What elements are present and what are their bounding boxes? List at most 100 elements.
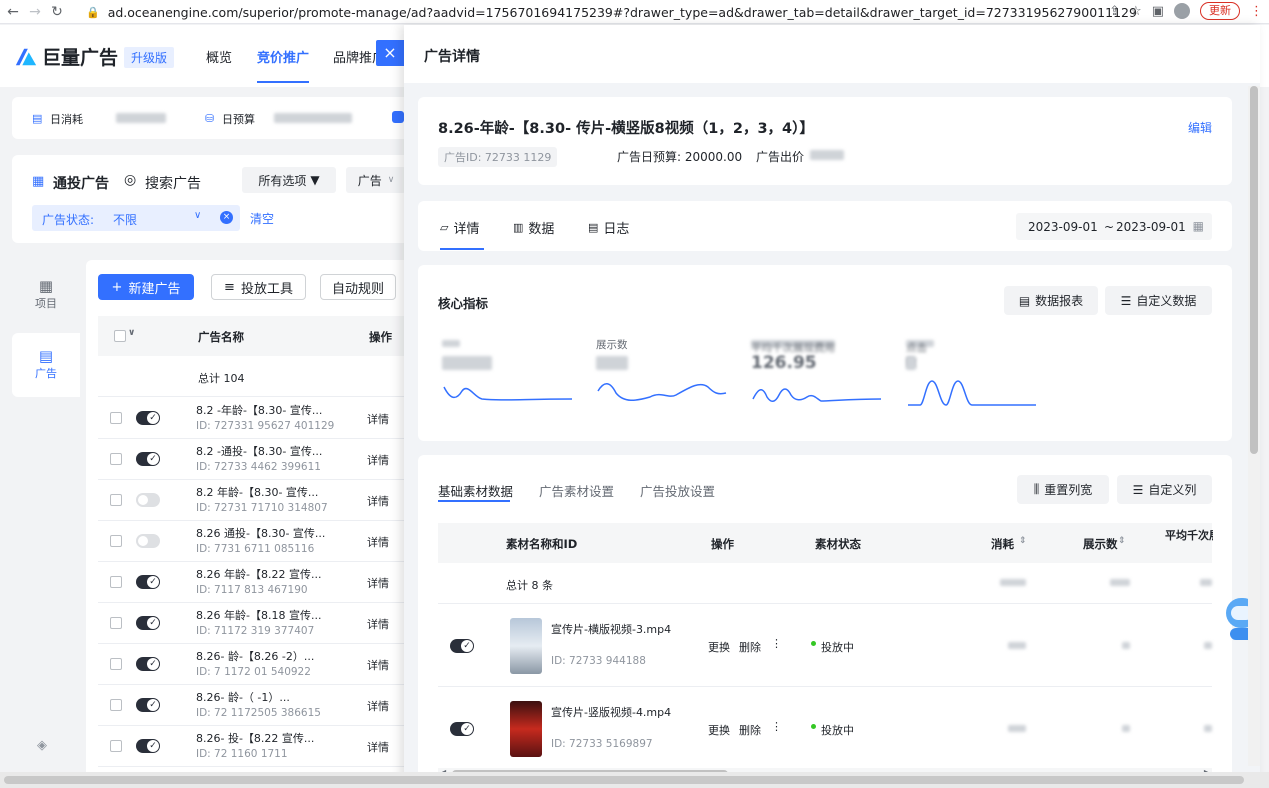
- ad-name[interactable]: 8.26 年龄-【8.18 宣传...: [196, 607, 321, 623]
- ad-name[interactable]: 8.2 -年龄-【8.30- 宣传...: [196, 402, 322, 418]
- more-menu-icon[interactable]: ⋮: [1250, 4, 1263, 19]
- table-row[interactable]: 8.26- 龄-【8.26 -2）... ID: 7 1172 01 540922…: [98, 644, 404, 685]
- page-vertical-scrollbar[interactable]: [1248, 86, 1260, 766]
- custom-data-button[interactable]: ☰ 自定义数据: [1105, 286, 1212, 315]
- row-checkbox[interactable]: [110, 453, 122, 465]
- subtab-material-settings[interactable]: 广告素材设置: [539, 481, 614, 500]
- metric-cpm[interactable]: 平均千次展现费用 126.95: [751, 337, 891, 410]
- forward-icon[interactable]: →: [24, 4, 46, 20]
- sort-icon[interactable]: ⇕: [1118, 536, 1126, 546]
- row-status-toggle[interactable]: [136, 657, 160, 671]
- replace-link[interactable]: 更换: [708, 639, 730, 655]
- row-status-toggle[interactable]: [136, 616, 160, 630]
- ad-name[interactable]: 8.26- 投-【8.22 宣传...: [196, 730, 314, 746]
- row-checkbox[interactable]: [110, 699, 122, 711]
- remove-filter-icon[interactable]: ×: [220, 211, 233, 224]
- detail-link[interactable]: 详情: [367, 534, 389, 550]
- back-icon[interactable]: ←: [2, 4, 24, 20]
- status-filter-chip[interactable]: 广告状态: 不限 ∨ ×: [32, 205, 240, 231]
- sidebar-toggle-icon[interactable]: ▣: [1152, 4, 1164, 19]
- table-row[interactable]: 8.26 年龄-【8.22 宣传... ID: 7117 813 467190 详情: [98, 562, 404, 603]
- table-row[interactable]: 8.26 年龄-【8.18 宣传... ID: 71172 319 377407 详…: [98, 603, 404, 644]
- tab-detail[interactable]: ▱ 详情: [440, 218, 479, 237]
- more-icon[interactable]: ⋮: [771, 720, 782, 733]
- row-status-toggle[interactable]: [136, 534, 160, 548]
- material-toggle[interactable]: [450, 722, 474, 736]
- nav-bidding[interactable]: 竞价推广: [257, 47, 310, 83]
- material-toggle[interactable]: [450, 639, 474, 653]
- auto-rule-button[interactable]: 自动规则: [320, 274, 396, 300]
- bookmark-star-icon[interactable]: ☆: [1130, 4, 1142, 19]
- ad-name[interactable]: 8.26- 龄-【8.26 -2）...: [196, 648, 314, 664]
- table-row[interactable]: 8.26- 龄-（ -1）... ID: 72 1172505 386615 详情: [98, 685, 404, 726]
- table-row[interactable]: 8.2 -通投-【8.30- 宣传... ID: 72733 4462 39961…: [98, 439, 404, 480]
- col-impressions[interactable]: 展示数: [1083, 536, 1118, 552]
- replace-link[interactable]: 更换: [708, 722, 730, 738]
- subtab-delivery-settings[interactable]: 广告投放设置: [640, 481, 715, 500]
- row-status-toggle[interactable]: [136, 493, 160, 507]
- row-status-toggle[interactable]: [136, 698, 160, 712]
- nav-overview[interactable]: 概览: [206, 47, 232, 66]
- table-row[interactable]: 8.2 年龄-【8.30- 宣传... ID: 72731 71710 31480…: [98, 480, 404, 521]
- row-checkbox[interactable]: [110, 658, 122, 670]
- detail-link[interactable]: 详情: [367, 739, 389, 755]
- detail-link[interactable]: 详情: [367, 698, 389, 714]
- detail-link[interactable]: 详情: [367, 616, 389, 632]
- row-status-toggle[interactable]: [136, 452, 160, 466]
- row-status-toggle[interactable]: [136, 739, 160, 753]
- tab-log[interactable]: ▤ 日志: [588, 218, 629, 237]
- table-row[interactable]: 8.2 -年龄-【8.30- 宣传... ID: 727331 95627 401…: [98, 398, 404, 439]
- scroll-thumb[interactable]: [1250, 86, 1258, 454]
- clear-filter-link[interactable]: 清空: [250, 210, 274, 227]
- edit-link[interactable]: 编辑: [1188, 119, 1212, 136]
- detail-link[interactable]: 详情: [367, 411, 389, 427]
- detail-link[interactable]: 详情: [367, 452, 389, 468]
- tab-data[interactable]: ▥ 数据: [513, 218, 554, 237]
- select-all-checkbox[interactable]: [114, 330, 126, 342]
- profile-avatar-icon[interactable]: [1174, 3, 1190, 19]
- delivery-tools-button[interactable]: ≡ 投放工具: [211, 274, 306, 300]
- page-horizontal-scrollbar[interactable]: [0, 772, 1269, 788]
- ad-name[interactable]: 8.26 通投-【8.30- 宣传...: [196, 525, 325, 541]
- material-thumbnail[interactable]: [510, 701, 542, 757]
- ad-name[interactable]: 8.2 -通投-【8.30- 宣传...: [196, 443, 322, 459]
- metric-clicks[interactable]: 点击数: [906, 337, 1046, 410]
- row-checkbox[interactable]: [110, 412, 122, 424]
- table-row[interactable]: 8.26 通投-【8.30- 宣传... ID: 7731 6711 085116…: [98, 521, 404, 562]
- metric-impressions[interactable]: 展示数: [596, 337, 736, 410]
- brand-logo[interactable]: 巨量广告: [14, 43, 118, 70]
- detail-link[interactable]: 详情: [367, 657, 389, 673]
- data-report-button[interactable]: ▤ 数据报表: [1004, 286, 1098, 315]
- tab-general-ads[interactable]: 通投广告: [53, 173, 109, 193]
- ad-name[interactable]: 8.26 年龄-【8.22 宣传...: [196, 566, 321, 582]
- chevron-down-icon[interactable]: ∨: [128, 328, 135, 338]
- detail-link[interactable]: 详情: [367, 575, 389, 591]
- subtab-basic-material[interactable]: 基础素材数据: [438, 481, 513, 500]
- row-checkbox[interactable]: [110, 617, 122, 629]
- scroll-thumb[interactable]: [4, 776, 1244, 784]
- date-range-picker[interactable]: 2023-09-01 ~ 2023-09-01 ▦: [1016, 213, 1212, 240]
- all-options-button[interactable]: 所有选项 ▼: [242, 167, 336, 193]
- table-row[interactable]: 8.26- 投-【8.22 宣传... ID: 72 1160 1711 详情: [98, 726, 404, 767]
- ad-name[interactable]: 8.2 年龄-【8.30- 宣传...: [196, 484, 318, 500]
- address-bar[interactable]: 🔒 ad.oceanengine.com/superior/promote-ma…: [86, 2, 1196, 22]
- row-checkbox[interactable]: [110, 576, 122, 588]
- row-status-toggle[interactable]: [136, 411, 160, 425]
- ad-name[interactable]: 8.26- 龄-（ -1）...: [196, 689, 290, 705]
- more-icon[interactable]: ⋮: [771, 637, 782, 650]
- row-checkbox[interactable]: [110, 740, 122, 752]
- custom-columns-button[interactable]: ☰ 自定义列: [1117, 475, 1212, 504]
- close-drawer-button[interactable]: ×: [376, 40, 404, 66]
- share-icon[interactable]: ⇪: [1109, 4, 1120, 19]
- delete-link[interactable]: 删除: [739, 639, 761, 655]
- detail-link[interactable]: 详情: [367, 493, 389, 509]
- sort-icon[interactable]: ⇕: [1019, 536, 1027, 546]
- material-thumbnail[interactable]: [510, 618, 542, 674]
- compass-icon[interactable]: ◈: [37, 738, 47, 753]
- sidebar-item-project[interactable]: ▦ 项目: [12, 265, 80, 325]
- sidebar-item-ad[interactable]: ▤ 广告: [12, 333, 80, 397]
- new-ad-button[interactable]: + 新建广告: [98, 274, 194, 300]
- row-checkbox[interactable]: [110, 494, 122, 506]
- reset-column-width-button[interactable]: ⫼ 重置列宽: [1017, 475, 1109, 504]
- metric-spend[interactable]: [442, 337, 582, 410]
